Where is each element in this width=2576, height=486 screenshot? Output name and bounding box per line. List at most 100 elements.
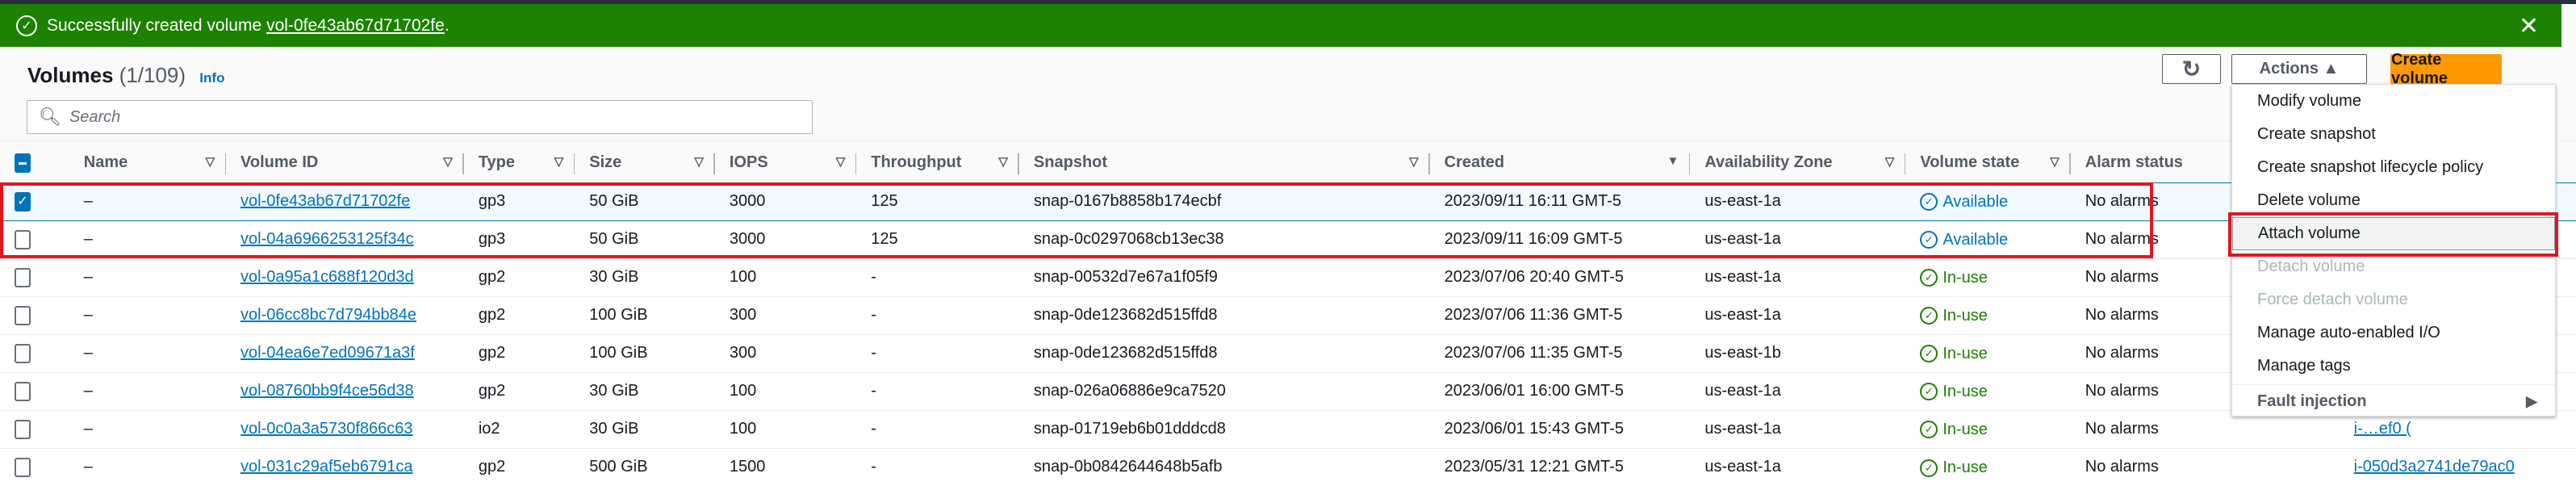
banner-volume-link[interactable]: vol-0fe43ab67d71702fe [266, 16, 445, 36]
column-header-iops[interactable]: IOPS ▽ [715, 144, 857, 182]
row-checkbox[interactable]: ✓ [15, 191, 31, 212]
table-row[interactable]: – vol-04ea6e7ed09671a3f gp2 100 GiB 300- snap… [0, 333, 2576, 372]
success-banner: ✓ Successfully created volume vol-0fe43a… [0, 4, 2561, 47]
cell-size: 30 GiB [575, 371, 715, 410]
menu-item-label: Manage auto-enabled I/O [2257, 324, 2440, 341]
volume-id-link[interactable]: vol-0a95a1c688f120d3d [240, 268, 414, 286]
column-header-throughput[interactable]: Throughput ▽ [856, 144, 1019, 182]
menu-item-label: Force detach volume [2257, 291, 2408, 308]
cell-iops: 100 [714, 371, 857, 410]
actions-button[interactable]: Actions ▲ [2231, 54, 2367, 84]
cell-type: gp3 [463, 182, 575, 221]
close-icon[interactable]: ✕ [2519, 12, 2539, 40]
cell-state: ✓ Available [1905, 220, 2071, 258]
column-header-type[interactable]: Type ▽ [464, 144, 575, 182]
row-checkbox[interactable] [15, 457, 31, 477]
menu-item-create-snapshot-lifecycle-policy[interactable]: Create snapshot lifecycle policy [2232, 151, 2555, 184]
filter-icon[interactable]: ▽ [1409, 154, 1419, 169]
status-text: Available [1942, 230, 2009, 249]
row-checkbox[interactable] [15, 267, 31, 287]
status-text: In-use [1942, 344, 1988, 362]
cell-type: gp2 [463, 295, 575, 334]
column-label: Size [589, 153, 622, 172]
cell-size: 50 GiB [575, 182, 715, 221]
cell-tp: - [856, 333, 1019, 372]
create-volume-button[interactable]: Create volume [2390, 51, 2502, 87]
column-header-size[interactable]: Size ▽ [575, 144, 715, 182]
column-label: Name [83, 153, 128, 172]
cell-snap: snap-0167b8858b174ecbf [1018, 182, 1430, 221]
menu-item-label: Delete volume [2257, 191, 2361, 209]
status-check-icon: ✓ [1920, 307, 1938, 325]
cell-size: 30 GiB [575, 258, 715, 296]
table-row[interactable]: – vol-031c29af5eb6791ca gp2 500 GiB 1500- sna… [0, 447, 2576, 486]
table-row[interactable]: – vol-08760bb9f4ce56d38 gp2 30 GiB 100- snap-… [0, 371, 2576, 410]
cell-created: 2023/09/11 16:09 GMT-5 [1429, 220, 1691, 258]
search-icon: 🔍︎ [39, 107, 61, 127]
row-checkbox[interactable] [15, 381, 31, 401]
cell-state: ✓ In-use [1905, 447, 2071, 486]
column-label: Created [1444, 153, 1505, 172]
row-checkbox[interactable] [15, 343, 31, 363]
table-row[interactable]: – vol-0c0a3a5730f866c63 io2 30 GiB 100- snap-… [0, 409, 2576, 448]
instance-link[interactable]: i-050d3a2741de79ac0 [2354, 458, 2515, 476]
info-link[interactable]: Info [199, 70, 224, 86]
cell-type: io2 [463, 409, 575, 448]
column-header-snapshot[interactable]: Snapshot ▽ [1019, 144, 1430, 182]
column-header-created[interactable]: Created ▼ [1430, 144, 1691, 182]
volume-id-link[interactable]: vol-0fe43ab67d71702fe [240, 192, 410, 210]
row-checkbox[interactable] [15, 305, 31, 325]
refresh-button[interactable]: ↻ [2162, 54, 2221, 84]
search-input[interactable]: 🔍︎ Search [27, 100, 813, 134]
table-row[interactable]: – vol-06cc8bc7d794bb84e gp2 100 GiB 300- snap… [0, 295, 2576, 334]
menu-item-manage-auto-enabled-i-o[interactable]: Manage auto-enabled I/O [2232, 316, 2555, 350]
filter-icon[interactable]: ▽ [836, 154, 846, 169]
filter-icon[interactable]: ▽ [2050, 154, 2060, 169]
filter-icon[interactable]: ▽ [998, 154, 1008, 169]
volume-id-link[interactable]: vol-04a6966253125f34c [240, 230, 414, 248]
menu-item-label: Modify volume [2257, 92, 2361, 110]
menu-item-manage-tags[interactable]: Manage tags [2232, 350, 2555, 383]
volume-id-link[interactable]: vol-06cc8bc7d794bb84e [240, 306, 416, 324]
cell-id: vol-0a95a1c688f120d3d [226, 258, 464, 296]
volume-id-link[interactable]: vol-031c29af5eb6791ca [240, 458, 413, 476]
column-header-name[interactable]: Name ▽ [69, 144, 227, 182]
menu-item-fault-injection[interactable]: Fault injection ▶ [2232, 384, 2555, 417]
menu-item-attach-volume[interactable]: Attach volume [2232, 217, 2555, 250]
cell-id: vol-0c0a3a5730f866c63 [226, 409, 464, 448]
sort-descending-icon[interactable]: ▼ [1667, 154, 1679, 168]
menu-item-delete-volume[interactable]: Delete volume [2232, 184, 2555, 217]
filter-icon[interactable]: ▽ [443, 154, 453, 169]
volume-id-link[interactable]: vol-08760bb9f4ce56d38 [240, 382, 414, 400]
filter-icon[interactable]: ▽ [694, 154, 704, 169]
column-header-volume-state[interactable]: Volume state ▽ [1905, 144, 2071, 182]
column-header-volume-id[interactable]: Volume ID ▽ [226, 144, 464, 182]
table-row[interactable]: – vol-04a6966253125f34c gp3 50 GiB 3000 125 sn… [0, 220, 2576, 258]
filter-icon[interactable]: ▽ [205, 154, 215, 169]
status-badge: ✓ In-use [1920, 307, 1988, 325]
cell-id: vol-0fe43ab67d71702fe [226, 182, 464, 221]
cell-iops: 100 [714, 258, 857, 296]
filter-icon[interactable]: ▽ [1885, 154, 1895, 169]
status-check-icon: ✓ [1920, 269, 1938, 287]
table-row[interactable]: ✓ – vol-0fe43ab67d71702fe gp3 50 GiB 3000 125 s… [0, 182, 2576, 221]
status-text: In-use [1942, 306, 1988, 325]
banner-message: Successfully created volume [47, 15, 262, 35]
status-badge: ✓ Available [1920, 193, 2008, 212]
table-row[interactable]: – vol-0a95a1c688f120d3d gp2 30 GiB 100- snap-… [0, 258, 2576, 296]
row-checkbox[interactable] [15, 419, 31, 439]
filter-icon[interactable]: ▽ [554, 154, 564, 169]
volume-id-link[interactable]: vol-0c0a3a5730f866c63 [240, 420, 413, 438]
select-all-checkbox[interactable] [15, 153, 31, 173]
instance-link[interactable]: i-…ef0 ( [2354, 420, 2411, 438]
cell-az: us-east-1a [1690, 258, 1906, 296]
menu-item-detach-volume: Detach volume [2232, 250, 2555, 283]
status-text: In-use [1942, 382, 1988, 400]
cell-az: us-east-1a [1690, 295, 1906, 334]
volumes-table: Name ▽ Volume ID ▽ Type ▽ Size ▽ IOPS ▽ Throughput… [0, 144, 2576, 486]
menu-item-create-snapshot[interactable]: Create snapshot [2232, 118, 2555, 151]
column-header-availability-zone[interactable]: Availability Zone ▽ [1690, 144, 1906, 182]
row-checkbox[interactable] [15, 229, 31, 249]
volume-id-link[interactable]: vol-04ea6e7ed09671a3f [240, 344, 415, 362]
menu-item-modify-volume[interactable]: Modify volume [2232, 85, 2555, 118]
